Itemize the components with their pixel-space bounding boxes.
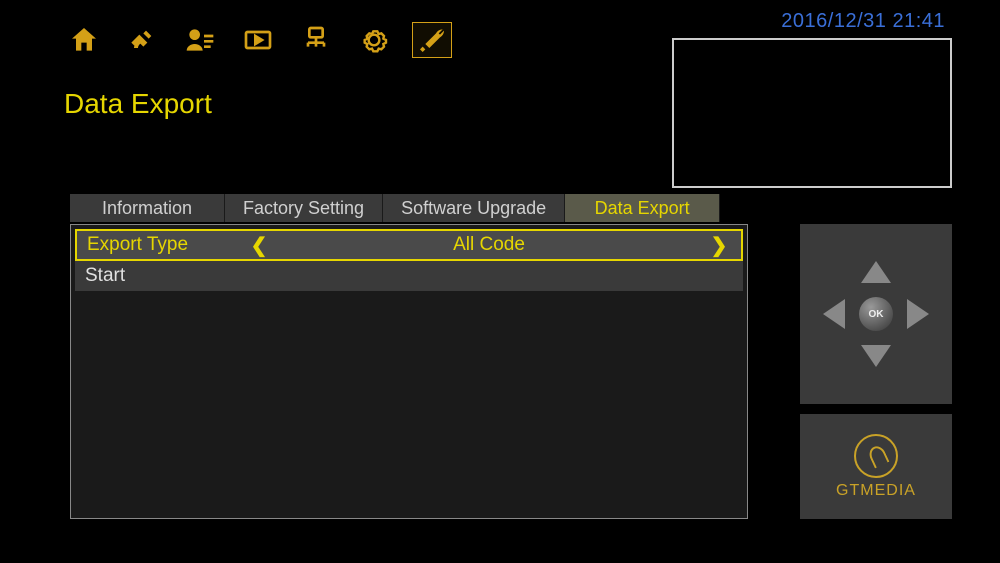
preview-window	[672, 38, 952, 188]
ok-button[interactable]: OK	[859, 297, 893, 331]
page-title: Data Export	[64, 88, 212, 120]
start-label: Start	[85, 265, 245, 287]
dpad-up-icon[interactable]	[861, 261, 891, 283]
export-type-value: All Code	[271, 234, 707, 256]
satellite-icon[interactable]	[122, 22, 162, 58]
dpad: OK	[831, 269, 921, 359]
tab-bar: Information Factory Setting Software Upg…	[70, 194, 720, 222]
tab-information[interactable]: Information	[70, 194, 225, 222]
brand-panel: GTMEDIA	[800, 414, 952, 519]
user-list-icon[interactable]	[180, 22, 220, 58]
home-icon[interactable]	[64, 22, 104, 58]
network-icon[interactable]	[296, 22, 336, 58]
navigation-pad: OK	[800, 224, 952, 404]
dpad-left-icon[interactable]	[823, 299, 845, 329]
row-start[interactable]: Start	[75, 261, 743, 291]
tab-factory-setting[interactable]: Factory Setting	[225, 194, 383, 222]
top-toolbar	[64, 22, 452, 58]
settings-icon[interactable]	[354, 22, 394, 58]
tab-data-export[interactable]: Data Export	[565, 194, 720, 222]
dpad-right-icon[interactable]	[907, 299, 929, 329]
tab-software-upgrade[interactable]: Software Upgrade	[383, 194, 565, 222]
brand-name: GTMEDIA	[836, 482, 916, 500]
media-icon[interactable]	[238, 22, 278, 58]
export-type-label: Export Type	[87, 234, 247, 256]
chevron-right-icon[interactable]: ❯	[707, 233, 731, 258]
dpad-down-icon[interactable]	[861, 345, 891, 367]
content-panel: Export Type ❮ All Code ❯ Start	[70, 224, 748, 519]
datetime-display: 2016/12/31 21:41	[781, 10, 945, 33]
tools-icon[interactable]	[412, 22, 452, 58]
brand-logo-icon	[854, 434, 898, 478]
chevron-left-icon[interactable]: ❮	[247, 233, 271, 258]
row-export-type[interactable]: Export Type ❮ All Code ❯	[75, 229, 743, 261]
